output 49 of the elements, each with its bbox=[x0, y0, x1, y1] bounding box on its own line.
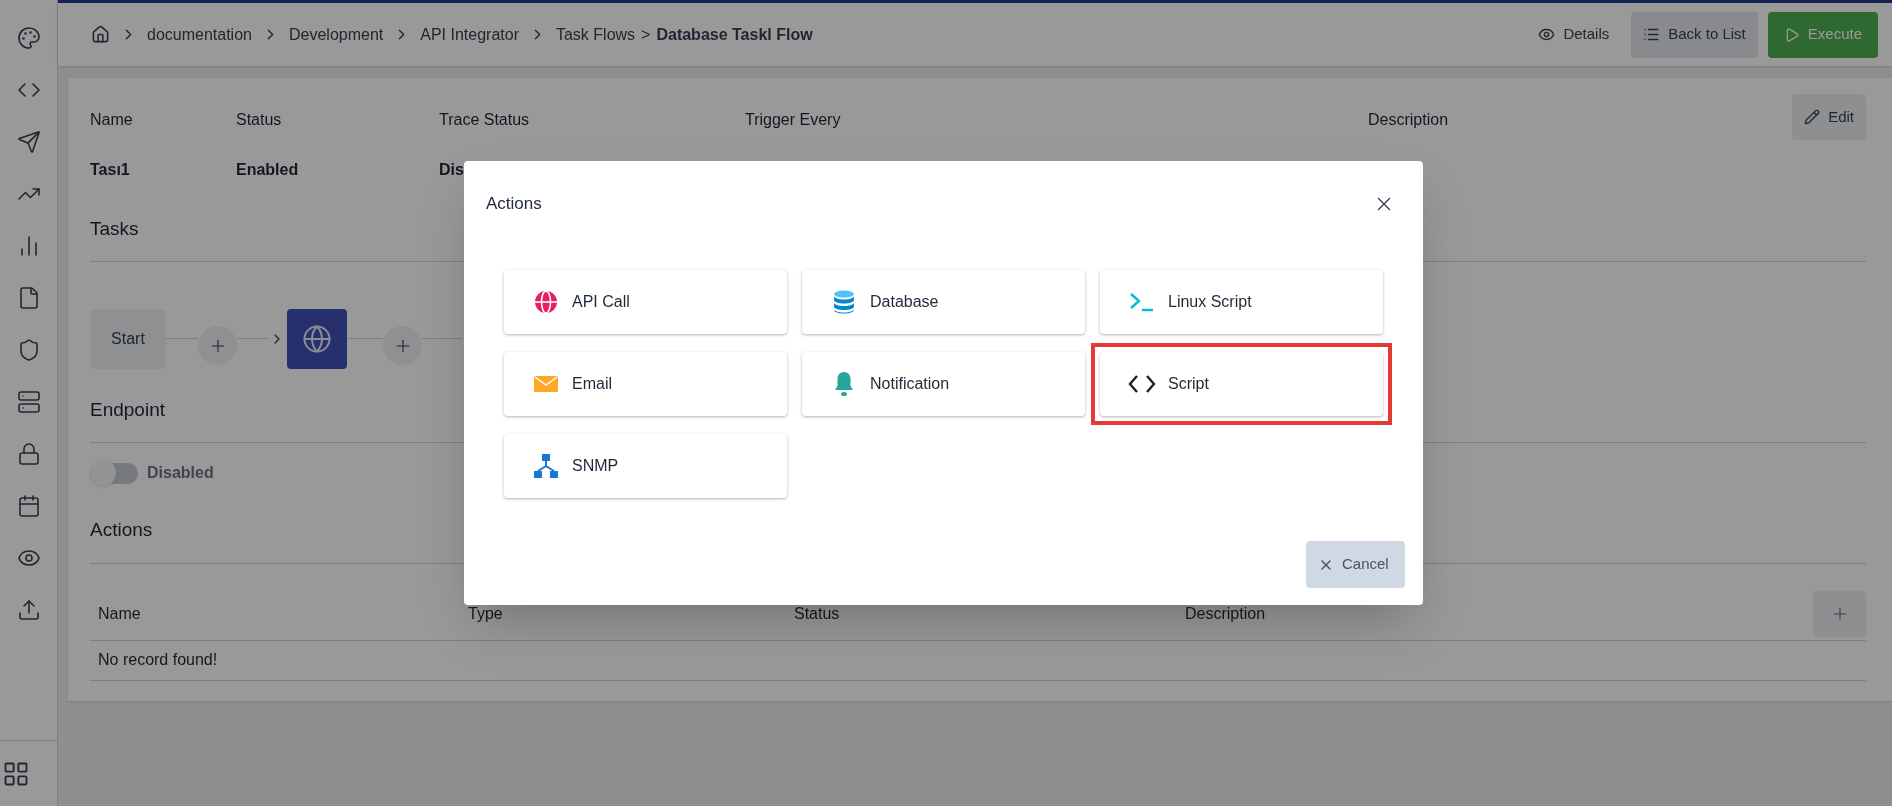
dialog-title: Actions bbox=[486, 193, 542, 216]
field-label: Description bbox=[1368, 110, 1449, 130]
api-node[interactable] bbox=[287, 308, 347, 369]
pencil-icon bbox=[1804, 109, 1821, 125]
toggle-label: Disabled bbox=[147, 463, 214, 483]
back-to-list-button[interactable]: Back to List bbox=[1631, 11, 1758, 58]
add-step-button[interactable] bbox=[198, 326, 237, 365]
start-node: Start bbox=[90, 308, 166, 369]
column-header: Type bbox=[468, 604, 503, 622]
breadcrumb-link[interactable]: documentation bbox=[147, 22, 252, 47]
globe-icon bbox=[534, 290, 558, 314]
field-label: Trigger Every bbox=[745, 110, 842, 130]
toggle-switch[interactable] bbox=[90, 462, 138, 484]
edit-button[interactable]: Edit bbox=[1792, 94, 1866, 140]
breadcrumb-current: Database Taskl Flow bbox=[656, 24, 813, 45]
list-icon bbox=[1643, 26, 1661, 43]
details-button[interactable]: Details bbox=[1526, 11, 1622, 58]
code-icon bbox=[1128, 374, 1156, 394]
add-step-button[interactable] bbox=[383, 326, 422, 365]
field-label: Status bbox=[236, 110, 283, 130]
bell-icon bbox=[834, 371, 854, 397]
action-option[interactable]: API Call bbox=[504, 270, 787, 334]
field-label: Trace Status bbox=[439, 110, 531, 130]
column-header: Description bbox=[1185, 604, 1266, 622]
network-icon bbox=[533, 453, 559, 479]
terminal-icon bbox=[1129, 291, 1155, 313]
action-option[interactable]: Linux Script bbox=[1100, 270, 1383, 334]
database-icon bbox=[833, 290, 855, 314]
action-option[interactable]: SNMP bbox=[504, 434, 787, 498]
breadcrumb-link[interactable]: Development bbox=[288, 22, 384, 47]
eye-icon bbox=[1538, 26, 1556, 43]
field-label: Name bbox=[90, 110, 134, 130]
action-option[interactable]: Notification bbox=[802, 352, 1085, 416]
column-header: Name bbox=[98, 604, 141, 622]
action-option[interactable]: Script bbox=[1100, 352, 1383, 416]
field-value: Dis bbox=[439, 160, 465, 180]
column-header: Status bbox=[794, 604, 840, 622]
envelope-icon bbox=[534, 376, 558, 392]
field-value: Tası1 bbox=[90, 160, 131, 180]
field-value: Enabled bbox=[236, 160, 300, 180]
breadcrumb-link[interactable]: Task Flows bbox=[555, 22, 636, 47]
breadcrumb-link[interactable]: API Integrator bbox=[420, 22, 519, 47]
home-icon[interactable] bbox=[91, 25, 110, 44]
action-option[interactable]: Email bbox=[504, 352, 787, 416]
action-option[interactable]: Database bbox=[802, 270, 1085, 334]
globe-icon bbox=[302, 323, 332, 354]
cancel-button[interactable]: Cancel bbox=[1306, 541, 1405, 588]
empty-message: No record found! bbox=[98, 650, 218, 670]
breadcrumb-separator: > bbox=[641, 24, 651, 45]
